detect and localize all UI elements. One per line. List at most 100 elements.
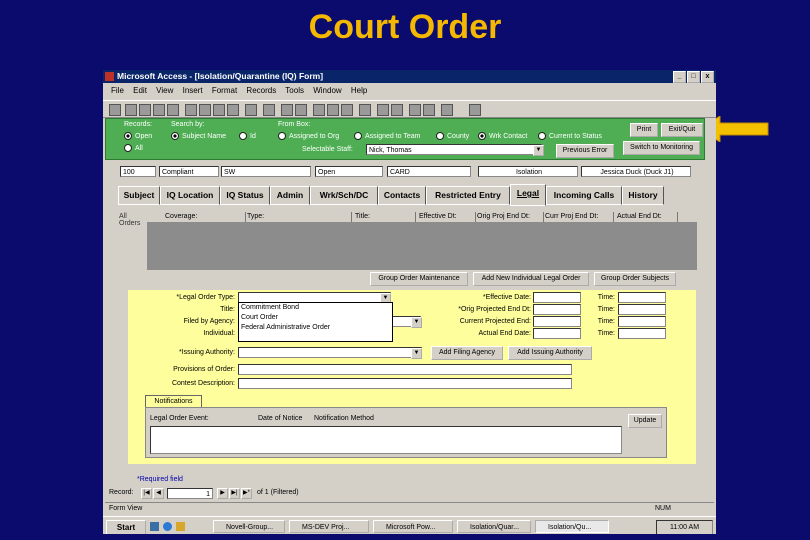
switch-monitoring-button[interactable]: Switch to Monitoring — [623, 141, 700, 155]
exit-button[interactable]: Exit/Quit — [661, 123, 703, 137]
issuing-authority-select[interactable] — [238, 347, 422, 358]
tab-iq-location[interactable]: IQ Location — [160, 186, 220, 205]
preview-icon[interactable] — [153, 104, 165, 116]
menu-records[interactable]: Records — [246, 86, 276, 95]
tab-incoming-calls[interactable]: Incoming Calls — [546, 186, 622, 205]
tab-subject[interactable]: Subject — [118, 186, 160, 205]
group-order-maintenance-button[interactable]: Group Order Maintenance — [370, 272, 468, 286]
record-iq-order-field[interactable]: Isolation — [478, 166, 578, 177]
tab-history[interactable]: History — [622, 186, 664, 205]
current-projected-end-field[interactable] — [533, 316, 581, 327]
new-record-nav-icon[interactable]: ▶* — [241, 488, 252, 499]
tab-admin[interactable]: Admin — [270, 186, 310, 205]
tab-wrk-sch-dc[interactable]: Wrk/Sch/DC — [310, 186, 378, 205]
menu-help[interactable]: Help — [351, 86, 367, 95]
print-icon[interactable] — [139, 104, 151, 116]
update-button[interactable]: Update — [628, 414, 662, 428]
menu-tools[interactable]: Tools — [285, 86, 304, 95]
radio-from-current-status[interactable]: Current to Status — [538, 132, 602, 140]
record-status-field[interactable]: Open — [315, 166, 383, 177]
find-icon[interactable] — [359, 104, 371, 116]
previous-error-button[interactable]: Previous Error — [556, 144, 614, 158]
effective-time-field[interactable] — [618, 292, 666, 303]
task-isolation-qu[interactable]: Isolation/Qu... — [535, 520, 609, 533]
delete-record-icon[interactable] — [391, 104, 403, 116]
paste-icon[interactable] — [213, 104, 225, 116]
staff-select[interactable]: Nick, Thomas — [366, 144, 542, 155]
radio-from-assigned-org[interactable]: Assigned to Org — [278, 132, 339, 140]
radio-search-subject-name[interactable]: Subject Name — [171, 132, 226, 140]
first-record-icon[interactable]: |◀ — [141, 488, 152, 499]
orig-projected-time-field[interactable] — [618, 304, 666, 315]
tab-restricted-entry[interactable]: Restricted Entry — [426, 186, 510, 205]
properties-icon[interactable] — [409, 104, 421, 116]
provisions-of-order-field[interactable] — [238, 364, 572, 375]
record-team-field[interactable]: SW — [221, 166, 311, 177]
record-id-field[interactable]: 100 — [120, 166, 156, 177]
record-number-field[interactable]: 1 — [167, 488, 213, 499]
tab-iq-status[interactable]: IQ Status — [220, 186, 270, 205]
option-court-order[interactable]: Court Order — [239, 313, 392, 323]
new-record-icon[interactable] — [377, 104, 389, 116]
previous-record-icon[interactable]: ◀ — [153, 488, 164, 499]
save-icon[interactable] — [125, 104, 137, 116]
radio-records-open[interactable]: Open — [124, 132, 152, 140]
menu-view[interactable]: View — [156, 86, 173, 95]
help-icon[interactable] — [469, 104, 481, 116]
notifications-grid[interactable] — [150, 426, 622, 454]
filter-selection-icon[interactable] — [313, 104, 325, 116]
filter-form-icon[interactable] — [327, 104, 339, 116]
menu-format[interactable]: Format — [212, 86, 237, 95]
new-object-icon[interactable] — [441, 104, 453, 116]
print-button[interactable]: Print — [630, 123, 658, 137]
task-ms-dev-proj[interactable]: MS-DEV Proj... — [289, 520, 369, 533]
orig-projected-end-field[interactable] — [533, 304, 581, 315]
menu-window[interactable]: Window — [313, 86, 341, 95]
record-disease-field[interactable]: CARD — [387, 166, 471, 177]
actual-end-date-field[interactable] — [533, 328, 581, 339]
record-compliance-field[interactable]: Compliant — [159, 166, 219, 177]
view-icon[interactable] — [109, 104, 121, 116]
radio-search-id[interactable]: Id — [239, 132, 256, 140]
quicklaunch-ie-icon[interactable] — [163, 522, 172, 531]
option-federal-administrative-order[interactable]: Federal Administrative Order — [239, 323, 392, 333]
format-painter-icon[interactable] — [227, 104, 239, 116]
quicklaunch-outlook-icon[interactable] — [176, 522, 185, 531]
database-window-icon[interactable] — [423, 104, 435, 116]
contest-description-field[interactable] — [238, 378, 572, 389]
maximize-button[interactable]: □ — [687, 71, 700, 83]
minimize-button[interactable]: _ — [673, 71, 686, 83]
spelling-icon[interactable] — [167, 104, 179, 116]
menu-edit[interactable]: Edit — [133, 86, 147, 95]
start-button[interactable]: Start — [106, 520, 146, 534]
task-novell-group[interactable]: Novell-Group... — [213, 520, 285, 533]
menu-insert[interactable]: Insert — [183, 86, 203, 95]
radio-from-assigned-team[interactable]: Assigned to Team — [354, 132, 421, 140]
record-staff-field[interactable]: Jessica Duck (Duck J1) — [581, 166, 691, 177]
radio-from-wrk-contact[interactable]: Wrk Contact — [478, 132, 527, 140]
radio-from-county[interactable]: County — [436, 132, 469, 140]
next-record-icon[interactable]: ▶ — [217, 488, 228, 499]
cut-icon[interactable] — [185, 104, 197, 116]
sort-ascending-icon[interactable] — [281, 104, 293, 116]
task-isolation-quar[interactable]: Isolation/Quar... — [457, 520, 531, 533]
last-record-icon[interactable]: ▶| — [229, 488, 240, 499]
filed-by-agency-dropdown-icon[interactable]: ▼ — [411, 317, 422, 328]
quicklaunch-desktop-icon[interactable] — [150, 522, 159, 531]
staff-dropdown-arrow-icon[interactable]: ▼ — [533, 145, 544, 156]
add-filing-agency-button[interactable]: Add Filing Agency — [431, 346, 503, 360]
tab-contacts[interactable]: Contacts — [378, 186, 426, 205]
orders-grid[interactable] — [147, 222, 697, 270]
effective-date-field[interactable] — [533, 292, 581, 303]
sort-descending-icon[interactable] — [295, 104, 307, 116]
apply-filter-icon[interactable] — [341, 104, 353, 116]
group-order-subjects-button[interactable]: Group Order Subjects — [594, 272, 676, 286]
add-individual-legal-order-button[interactable]: Add New Individual Legal Order — [473, 272, 589, 286]
option-commitment-bond[interactable]: Commitment Bond — [239, 303, 392, 313]
close-button[interactable]: x — [701, 71, 714, 83]
copy-icon[interactable] — [199, 104, 211, 116]
issuing-authority-dropdown-icon[interactable]: ▼ — [411, 348, 422, 359]
add-issuing-authority-button[interactable]: Add Issuing Authority — [508, 346, 592, 360]
menu-file[interactable]: File — [111, 86, 124, 95]
current-projected-time-field[interactable] — [618, 316, 666, 327]
